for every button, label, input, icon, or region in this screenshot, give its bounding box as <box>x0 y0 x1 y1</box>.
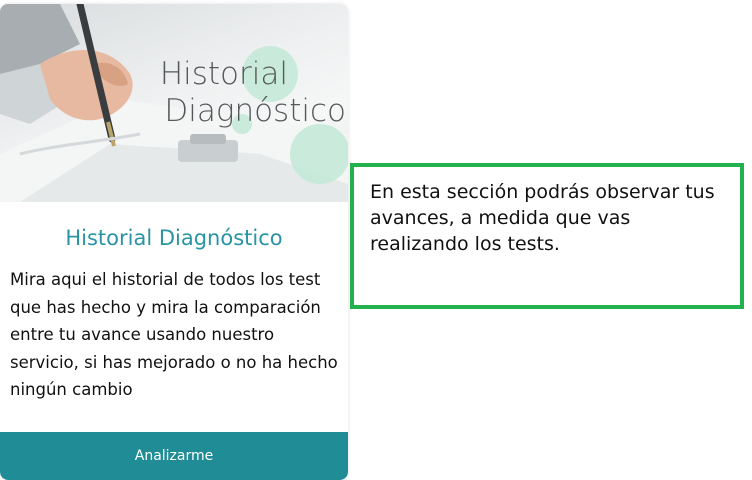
card-title: Historial Diagnóstico <box>65 226 283 250</box>
card-image: Historial Diagnóstico <box>0 4 348 202</box>
overlay-line-1: Historial <box>159 56 288 92</box>
analizarme-button[interactable]: Analizarme <box>0 432 348 480</box>
image-overlay-title: Historial Diagnóstico <box>136 56 346 130</box>
tour-tooltip: En esta sección podrás observar tus avan… <box>350 163 744 309</box>
tooltip-text: En esta sección podrás observar tus avan… <box>370 181 715 255</box>
page: Historial Diagnóstico Historial Diagnóst… <box>0 0 752 480</box>
overlay-line-2: Diagnóstico <box>164 93 346 129</box>
historial-card: Historial Diagnóstico Historial Diagnóst… <box>0 4 348 480</box>
card-description: Mira aqui el historial de todos los test… <box>10 270 338 399</box>
